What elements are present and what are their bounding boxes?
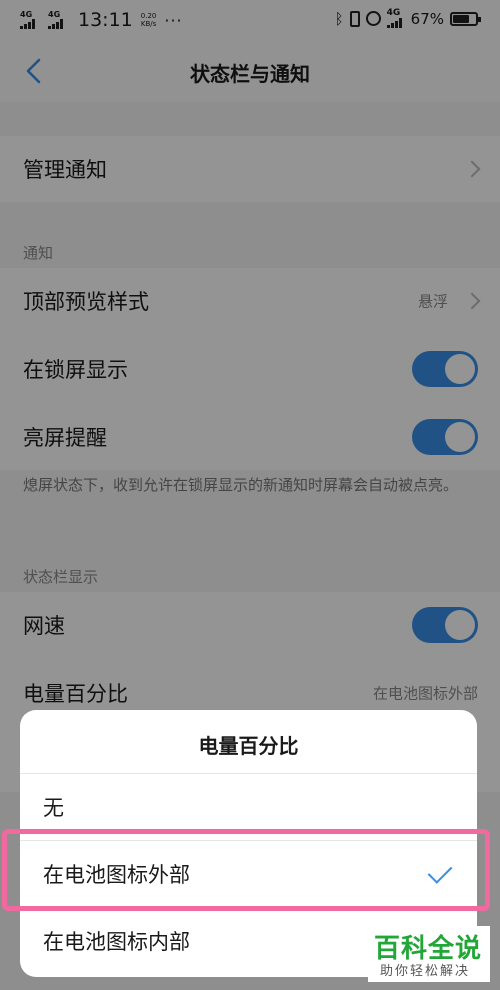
selection-highlight: [2, 829, 490, 911]
settings-screen: 4G 4G 13:11 0.20 KB/s ··· ᛒ 4G 67% 状态栏与通…: [0, 0, 500, 990]
option-label: 在电池图标内部: [43, 930, 190, 954]
sheet-title: 电量百分比: [198, 734, 299, 758]
watermark-sub: 助你轻松解决: [380, 964, 471, 979]
option-label: 无: [43, 796, 64, 820]
watermark-logo: 百科全说 助你轻松解决: [368, 926, 490, 982]
